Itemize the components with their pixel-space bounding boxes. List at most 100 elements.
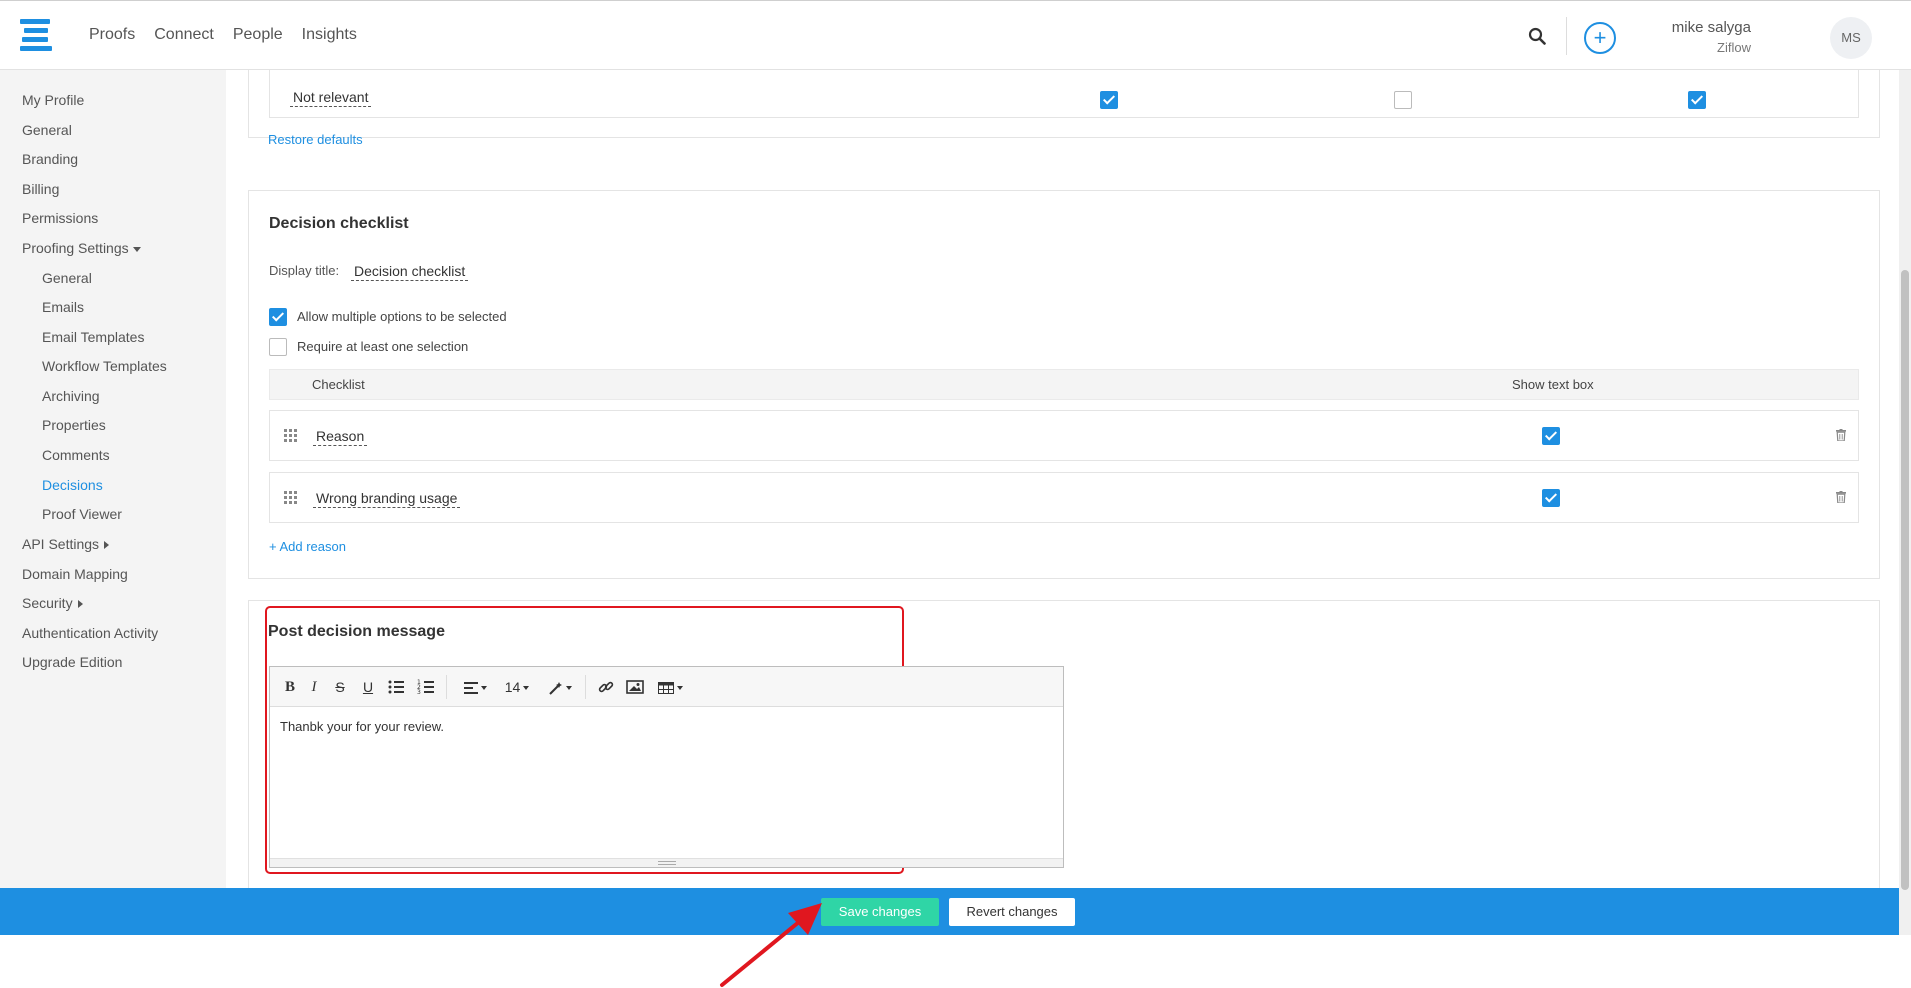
sidebar-item-api-settings[interactable]: API Settings [22,536,110,552]
editor-resize-bar[interactable] [270,858,1063,867]
sidebar-item-proofing-settings[interactable]: Proofing Settings [22,240,141,256]
checklist-header: Checklist Show text box [269,369,1859,400]
italic-button[interactable]: I [305,677,323,697]
toolbar-separator [446,675,447,699]
show-text-box-checkbox[interactable] [1542,489,1560,507]
sidebar-item-my-profile[interactable]: My Profile [22,92,84,108]
magic-wand-icon [548,682,562,696]
decision-checklist-card: Decision checklist Display title: Decisi… [248,190,1880,579]
underline-button[interactable]: U [359,677,377,697]
post-decision-title: Post decision message [268,623,445,640]
user-org: Ziflow [1717,40,1751,55]
decision-row-label[interactable]: Not relevant [290,89,372,107]
align-left-icon [463,682,478,695]
rich-text-editor: B I S U 1 2 3 14 Thanbk your for your re… [269,666,1064,868]
checklist-item-label[interactable]: Wrong branding usage [313,490,461,508]
bold-button[interactable]: B [280,677,300,697]
checklist-row: Reason [269,410,1859,461]
chevron-down-icon [480,686,487,691]
sidebar-item-billing[interactable]: Billing [22,181,59,197]
avatar[interactable]: MS [1830,17,1872,59]
sidebar-subitem-archiving[interactable]: Archiving [42,388,100,404]
link-icon[interactable] [597,677,615,697]
action-bar: Save changes Revert changes [0,888,1899,935]
col-show-text-box: Show text box [1512,377,1594,392]
caret-right-icon [77,600,83,609]
decision-row: Not relevant [269,70,1859,118]
strikethrough-button[interactable]: S [331,677,349,697]
sidebar-subitem-general[interactable]: General [42,270,92,286]
section-title: Decision checklist [269,215,409,232]
revert-button[interactable]: Revert changes [949,898,1075,926]
nav-proofs[interactable]: Proofs [89,26,135,44]
search-icon[interactable] [1528,27,1546,45]
sidebar-subitem-properties[interactable]: Properties [42,417,106,433]
sidebar-item-authentication-activity[interactable]: Authentication Activity [22,625,158,641]
align-dropdown[interactable] [460,677,490,697]
sidebar-item-permissions[interactable]: Permissions [22,210,98,226]
primary-nav: Proofs Connect People Insights [89,26,357,44]
scrollbar-thumb[interactable] [1901,270,1909,890]
table-icon [657,682,674,695]
sidebar-subitem-proof-viewer[interactable]: Proof Viewer [42,506,122,522]
sidebar-item-domain-mapping[interactable]: Domain Mapping [22,566,128,582]
style-dropdown[interactable] [545,677,575,697]
add-reason-link[interactable]: + Add reason [269,539,346,554]
nav-insights[interactable]: Insights [302,26,357,44]
chevron-down-icon [676,686,683,691]
font-size-value: 14 [504,679,521,695]
decision-checkbox-3[interactable] [1688,91,1706,109]
chevron-down-icon [523,686,530,691]
main-content: Not relevant Restore defaults Decision c… [226,70,1899,888]
svg-text:3: 3 [417,689,421,696]
toolbar-separator [585,675,586,699]
nav-people[interactable]: People [233,26,283,44]
scrollbar[interactable] [1899,70,1911,935]
trash-icon[interactable] [1836,429,1846,441]
numbered-list-icon[interactable]: 1 2 3 [417,677,435,697]
font-size-dropdown[interactable]: 14 [502,677,532,697]
sidebar-item-label: API Settings [22,536,100,552]
sidebar-subitem-comments[interactable]: Comments [42,447,110,463]
require-one-checkbox[interactable] [269,338,287,356]
sidebar-item-general[interactable]: General [22,122,72,138]
nav-divider [1566,17,1567,55]
drag-handle-icon[interactable] [284,491,298,505]
allow-multiple-label: Allow multiple options to be selected [297,309,507,324]
table-dropdown[interactable] [654,677,686,697]
show-text-box-checkbox[interactable] [1542,427,1560,445]
sidebar-subitem-workflow-templates[interactable]: Workflow Templates [42,358,167,374]
sidebar-item-branding[interactable]: Branding [22,151,78,167]
sidebar-item-label: Proofing Settings [22,240,129,256]
decision-checkbox-1[interactable] [1100,91,1118,109]
resize-grip-icon [658,861,676,865]
trash-icon[interactable] [1836,491,1846,503]
sidebar-item-security[interactable]: Security [22,595,83,611]
editor-toolbar: B I S U 1 2 3 14 [270,667,1063,707]
display-title-label: Display title: [269,263,340,278]
nav-connect[interactable]: Connect [154,26,214,44]
checklist-row: Wrong branding usage [269,472,1859,523]
bullet-list-icon[interactable] [387,677,405,697]
editor-content[interactable]: Thanbk your for your review. [280,719,444,734]
user-name[interactable]: mike salyga [1672,19,1751,36]
allow-multiple-checkbox[interactable] [269,308,287,326]
sidebar-subitem-emails[interactable]: Emails [42,299,84,315]
settings-sidebar: My Profile General Branding Billing Perm… [0,70,226,888]
decision-checkbox-2[interactable] [1394,91,1412,109]
chevron-down-icon [565,686,572,691]
display-title-value[interactable]: Decision checklist [351,263,469,281]
save-button[interactable]: Save changes [821,898,939,926]
col-checklist: Checklist [312,377,365,392]
sidebar-subitem-email-templates[interactable]: Email Templates [42,329,144,345]
menu-icon[interactable] [20,19,52,51]
restore-defaults-link[interactable]: Restore defaults [268,132,363,147]
add-icon[interactable]: + [1584,22,1616,54]
checklist-item-label[interactable]: Reason [313,428,368,446]
require-one-label: Require at least one selection [297,339,469,354]
sidebar-item-upgrade-edition[interactable]: Upgrade Edition [22,654,122,670]
sidebar-subitem-decisions[interactable]: Decisions [42,477,103,493]
caret-down-icon [132,246,141,252]
image-icon[interactable] [626,677,644,697]
drag-handle-icon[interactable] [284,429,298,443]
